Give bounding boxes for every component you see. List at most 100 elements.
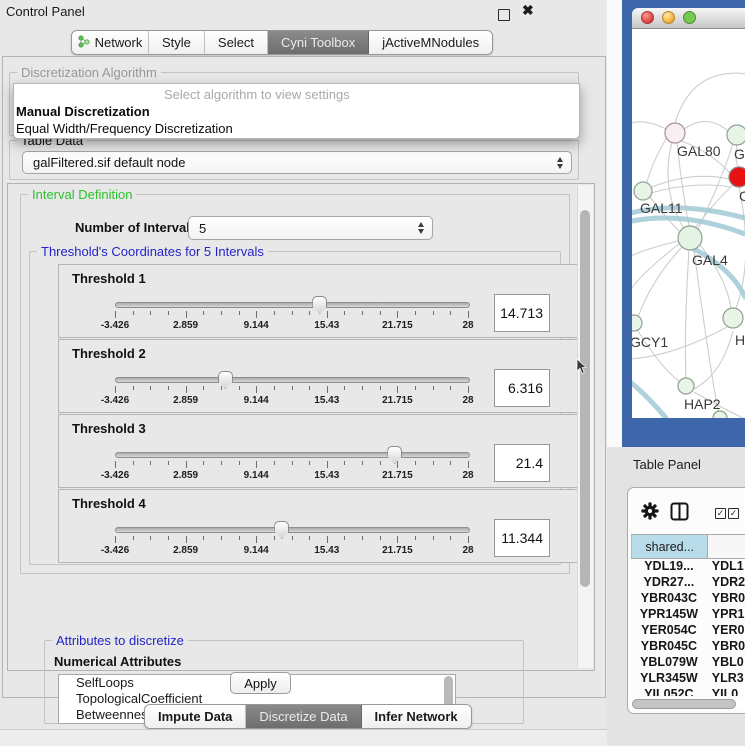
node-gcy1[interactable] bbox=[632, 315, 642, 331]
minimize-traffic-light[interactable] bbox=[662, 11, 675, 24]
float-window-icon[interactable] bbox=[498, 9, 510, 21]
column-header-name[interactable]: na bbox=[708, 535, 745, 558]
top-tab-bar: Network Style Select Cyni Toolbox jActiv… bbox=[71, 30, 493, 55]
table-cell[interactable]: YBR045C bbox=[631, 639, 707, 653]
close-icon[interactable]: ✖ bbox=[522, 2, 534, 19]
table-row[interactable]: YPR145WYPR1 bbox=[631, 606, 745, 622]
table-row[interactable]: YLR345WYLR3 bbox=[631, 670, 745, 686]
node-bottom[interactable] bbox=[713, 411, 727, 418]
table-cell[interactable]: YLR3 bbox=[707, 671, 745, 685]
tick-mark bbox=[450, 386, 451, 390]
table-cell[interactable]: YBL079W bbox=[631, 655, 707, 669]
table-cell[interactable]: YBR0 bbox=[707, 591, 745, 605]
slider-track[interactable] bbox=[115, 452, 470, 458]
apply-button[interactable]: Apply bbox=[230, 672, 291, 694]
checkbox-icon[interactable]: ✓ bbox=[715, 508, 726, 519]
tick-mark bbox=[203, 536, 204, 540]
table-cell[interactable]: YDR2 bbox=[707, 575, 745, 589]
tab-network[interactable]: Network bbox=[72, 31, 149, 54]
table-row[interactable]: YDL19...YDL1 bbox=[631, 558, 745, 574]
node-top-right[interactable] bbox=[727, 125, 745, 145]
scrollbar-thumb[interactable] bbox=[580, 210, 590, 587]
table-cell[interactable]: YDR27... bbox=[631, 575, 707, 589]
table-cell[interactable]: YDL1 bbox=[707, 559, 745, 573]
table-cell[interactable]: YBR043C bbox=[631, 591, 707, 605]
table-cell[interactable]: YBR0 bbox=[707, 639, 745, 653]
table-cell[interactable]: YPR1 bbox=[707, 607, 745, 621]
network-canvas[interactable]: GAL80 GA C GAL11 GAL4 GCY1 H HAP2 bbox=[632, 29, 745, 418]
dropdown-item-equal-width[interactable]: Equal Width/Frequency Discretization bbox=[16, 121, 233, 136]
zoom-traffic-light[interactable] bbox=[683, 11, 696, 24]
slider-track[interactable] bbox=[115, 302, 470, 308]
tab-jactivemnodules[interactable]: jActiveMNodules bbox=[369, 31, 492, 54]
number-of-intervals-combobox[interactable]: 5 bbox=[188, 216, 433, 240]
table-row[interactable]: YIL052CYIL0 bbox=[631, 686, 745, 696]
tick-mark bbox=[468, 311, 469, 318]
threshold-value-field[interactable]: 11.344 bbox=[494, 519, 550, 557]
tab-impute-data[interactable]: Impute Data bbox=[145, 705, 246, 728]
network-node-labels: GAL80 GA C GAL11 GAL4 GCY1 H HAP2 bbox=[632, 143, 745, 412]
node-hap2[interactable] bbox=[678, 378, 694, 394]
table-horizontal-scrollbar[interactable] bbox=[631, 698, 745, 709]
tick-mark bbox=[380, 461, 381, 465]
network-window-titlebar[interactable] bbox=[632, 8, 745, 29]
threshold-value-field[interactable]: 21.4 bbox=[494, 444, 550, 482]
tick-mark bbox=[133, 536, 134, 540]
tick-label: 9.144 bbox=[244, 320, 269, 331]
table-row[interactable]: YDR27...YDR2 bbox=[631, 574, 745, 590]
tick-mark bbox=[344, 311, 345, 315]
table-cell[interactable]: YPR145W bbox=[631, 607, 707, 621]
threshold-2-panel: Threshold 2 -3.4262.8599.14415.4321.7152… bbox=[58, 339, 578, 413]
tick-mark bbox=[133, 461, 134, 465]
settings-vertical-scrollbar[interactable] bbox=[577, 185, 593, 668]
thresholds-group: Threshold's Coordinates for 5 Intervals … bbox=[29, 251, 561, 565]
tick-mark bbox=[344, 386, 345, 390]
node-gal11[interactable] bbox=[634, 182, 652, 200]
group-title: Attributes to discretize bbox=[52, 633, 188, 648]
table-cell[interactable]: YIL0 bbox=[707, 687, 745, 696]
tick-mark bbox=[256, 386, 257, 393]
table-cell[interactable]: YER0 bbox=[707, 623, 745, 637]
node-label: GCY1 bbox=[632, 334, 668, 350]
node-gal80[interactable] bbox=[665, 123, 685, 143]
threshold-value-field[interactable]: 14.713 bbox=[494, 294, 550, 332]
tab-select[interactable]: Select bbox=[205, 31, 268, 54]
tick-mark bbox=[186, 461, 187, 468]
group-title: Discretization Algorithm bbox=[17, 65, 161, 80]
scrollbar-thumb[interactable] bbox=[632, 699, 736, 709]
node-selected-red[interactable] bbox=[729, 167, 745, 187]
tab-cyni-toolbox[interactable]: Cyni Toolbox bbox=[268, 31, 369, 54]
slider-track[interactable] bbox=[115, 377, 470, 383]
table-row[interactable]: YBR043CYBR0 bbox=[631, 590, 745, 606]
column-layout-icon[interactable] bbox=[670, 502, 689, 526]
network-window: GAL80 GA C GAL11 GAL4 GCY1 H HAP2 bbox=[632, 8, 745, 418]
tab-discretize-data[interactable]: Discretize Data bbox=[246, 705, 361, 728]
tick-mark bbox=[327, 461, 328, 468]
dropdown-item-manual-discretization[interactable]: Manual Discretization bbox=[16, 104, 150, 119]
checkbox-icon[interactable]: ✓ bbox=[728, 508, 739, 519]
table-cell[interactable]: YLR345W bbox=[631, 671, 707, 685]
node-gal4[interactable] bbox=[678, 226, 702, 250]
slider-track[interactable] bbox=[115, 527, 470, 533]
combo-stepper-icon bbox=[418, 222, 424, 234]
tab-infer-network[interactable]: Infer Network bbox=[362, 705, 471, 728]
table-cell[interactable]: YBL0 bbox=[707, 655, 745, 669]
table-data-combobox[interactable]: galFiltered.sif default node bbox=[22, 151, 572, 174]
table-row[interactable]: YER054CYER0 bbox=[631, 622, 745, 638]
gear-icon[interactable] bbox=[641, 502, 659, 525]
node-right[interactable] bbox=[723, 308, 743, 328]
tick-mark bbox=[186, 311, 187, 318]
tick-label: 21.715 bbox=[382, 470, 413, 481]
threshold-value-field[interactable]: 6.316 bbox=[494, 369, 550, 407]
tick-mark bbox=[133, 386, 134, 390]
threshold-label: Threshold 1 bbox=[72, 271, 146, 286]
node-label: GAL4 bbox=[692, 252, 728, 268]
column-header-shared-name[interactable]: shared... bbox=[631, 535, 708, 558]
table-row[interactable]: YBR045CYBR0 bbox=[631, 638, 745, 654]
table-cell[interactable]: YDL19... bbox=[631, 559, 707, 573]
table-cell[interactable]: YER054C bbox=[631, 623, 707, 637]
table-row[interactable]: YBL079WYBL0 bbox=[631, 654, 745, 670]
tab-style[interactable]: Style bbox=[149, 31, 205, 54]
table-cell[interactable]: YIL052C bbox=[631, 687, 707, 696]
close-traffic-light[interactable] bbox=[641, 11, 654, 24]
